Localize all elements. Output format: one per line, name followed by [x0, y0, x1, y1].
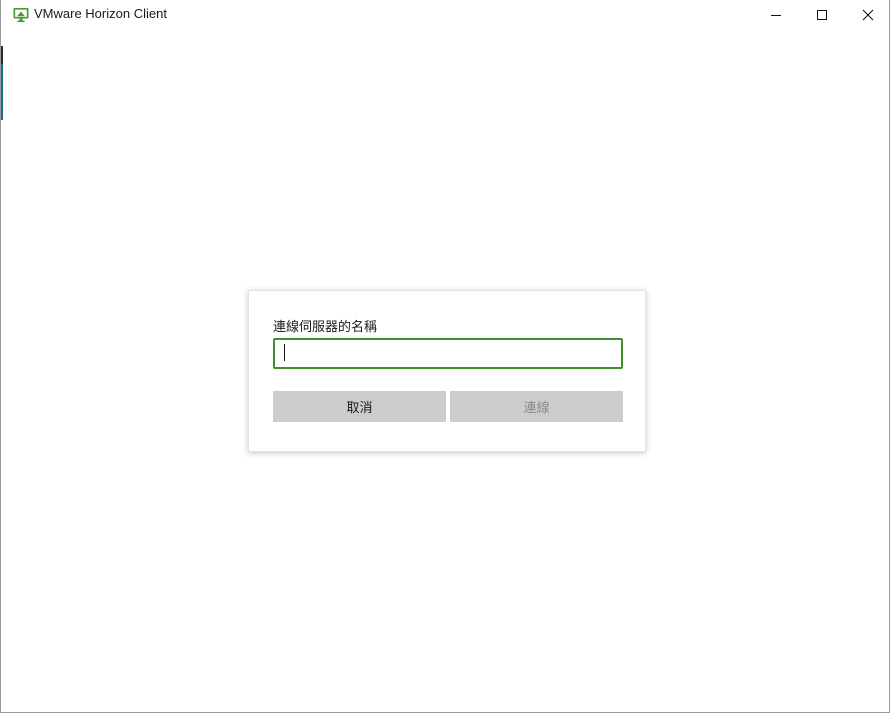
- connect-button[interactable]: 連線: [450, 391, 623, 422]
- cancel-button[interactable]: 取消: [273, 391, 446, 422]
- text-caret: [284, 344, 285, 361]
- close-icon: [862, 6, 874, 25]
- server-name-label: 連線伺服器的名稱: [273, 320, 378, 335]
- add-server-dialog: 連線伺服器的名稱 取消 連線: [248, 290, 646, 452]
- maximize-button[interactable]: [799, 0, 845, 30]
- app-window: VMware Horizon Client 連線伺服器的名稱 取消 連線: [0, 0, 890, 713]
- minimize-icon: [770, 6, 782, 25]
- background-window-edge-dark: [1, 46, 3, 64]
- minimize-button[interactable]: [753, 0, 799, 30]
- close-button[interactable]: [845, 0, 890, 30]
- title-bar[interactable]: VMware Horizon Client: [1, 0, 889, 30]
- maximize-icon: [816, 6, 828, 25]
- window-title: VMware Horizon Client: [34, 6, 167, 21]
- vmware-horizon-monitor-icon: [13, 7, 29, 23]
- server-name-input[interactable]: [273, 338, 623, 369]
